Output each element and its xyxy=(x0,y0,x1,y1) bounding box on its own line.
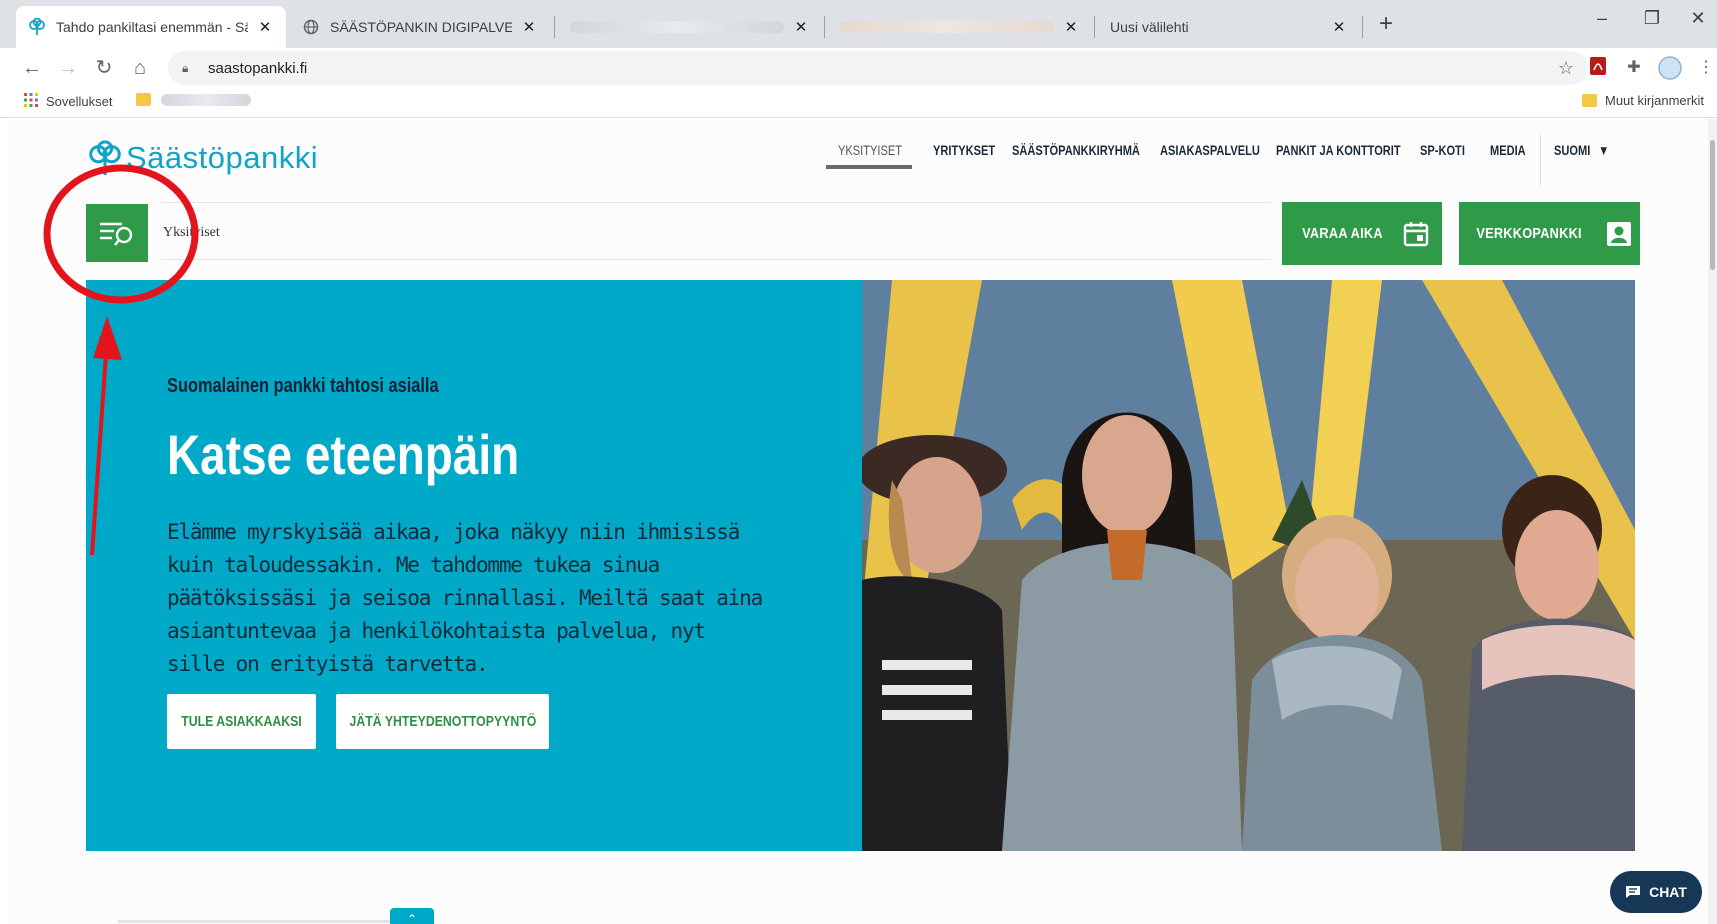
bookmark-label: Muut kirjanmerkit xyxy=(1605,93,1704,108)
address-bar[interactable]: 🔒︎ saastopankki.fi ☆ xyxy=(168,51,1588,85)
tab-title: Tahdo pankiltasi enemmän - Sää xyxy=(56,19,248,35)
tab-new-tab[interactable]: Uusi välilehti ✕ xyxy=(1098,6,1360,48)
extensions-puzzle-icon[interactable]: ✚ xyxy=(1622,56,1646,80)
four-women-photo-illustration xyxy=(862,280,1635,851)
new-tab-button[interactable]: + xyxy=(1371,10,1401,38)
chat-bubble-icon xyxy=(1626,886,1641,898)
content-divider xyxy=(118,920,408,923)
browser-toolbar: ← → ↻ ⌂ 🔒︎ saastopankki.fi ☆ ✚ ⋮ xyxy=(0,48,1717,88)
web-page: Säästöpankki YKSITYISET YRITYKSET SÄÄSTÖ… xyxy=(8,119,1708,924)
saastopankki-favicon-icon xyxy=(28,18,46,36)
blurred-bookmark-label xyxy=(161,93,251,106)
tab-close-icon[interactable]: ✕ xyxy=(792,18,810,36)
chat-label: CHAT xyxy=(1649,884,1687,900)
button-label: JÄTÄ YHTEYDENOTTOPYYNTÖ xyxy=(349,713,536,730)
url-text: saastopankki.fi xyxy=(208,59,308,77)
scroll-top-chevron-icon[interactable]: ⌃ xyxy=(390,908,434,924)
section-menu-button[interactable] xyxy=(86,204,148,262)
bookmark-other[interactable]: Muut kirjanmerkit xyxy=(1582,93,1704,108)
book-appointment-button[interactable]: VARAA AIKA xyxy=(1282,202,1442,265)
tab-close-icon[interactable]: ✕ xyxy=(520,18,538,36)
tab-digipalvelut[interactable]: SÄÄSTÖPANKIN DIGIPALVELUT ✕ xyxy=(290,6,550,48)
nav-sp-koti[interactable]: SP-KOTI xyxy=(1420,143,1465,158)
nav-yksityiset[interactable]: YKSITYISET xyxy=(838,143,902,158)
chevron-down-icon: ▼ xyxy=(1598,143,1610,158)
tab-blurred-2[interactable]: ✕ xyxy=(828,6,1092,48)
nav-asiakaspalvelu[interactable]: ASIAKASPALVELU xyxy=(1160,143,1260,158)
nav-media[interactable]: MEDIA xyxy=(1490,143,1526,158)
tab-blurred-1[interactable]: ✕ xyxy=(558,6,822,48)
globe-icon xyxy=(302,18,320,36)
profile-avatar[interactable] xyxy=(1658,56,1682,80)
blurred-tab-title xyxy=(840,21,1054,33)
restore-button[interactable]: ❐ xyxy=(1632,8,1672,29)
button-label: VERKKOPANKKI xyxy=(1476,225,1583,242)
bookmark-label: Sovellukset xyxy=(46,94,113,109)
contact-request-button[interactable]: JÄTÄ YHTEYDENOTTOPYYNTÖ xyxy=(336,694,549,749)
nav-divider xyxy=(1540,135,1541,185)
tab-separator xyxy=(824,16,825,38)
tab-separator xyxy=(1362,16,1363,38)
apps-grid-icon xyxy=(24,93,38,110)
hero-text-panel: Suomalainen pankki tahtosi asialla Katse… xyxy=(86,280,862,851)
bookmark-apps[interactable]: Sovellukset xyxy=(24,93,112,110)
become-customer-button[interactable]: TULE ASIAKKAAKSI xyxy=(167,694,316,749)
browser-menu-icon[interactable]: ⋮ xyxy=(1694,56,1717,80)
bookmark-star-icon[interactable]: ☆ xyxy=(1558,58,1574,79)
sub-navigation-bar xyxy=(162,202,1270,260)
folder-icon xyxy=(136,93,151,106)
hero-eyebrow: Suomalainen pankki tahtosi asialla xyxy=(167,375,439,397)
hero-headline: Katse eteenpäin xyxy=(167,423,520,486)
calendar-icon xyxy=(1404,221,1429,246)
active-nav-underline xyxy=(826,165,912,169)
home-icon[interactable]: ⌂ xyxy=(126,54,154,82)
nav-yritykset[interactable]: YRITYKSET xyxy=(933,143,995,158)
button-label: VARAA AIKA xyxy=(1301,225,1383,242)
browser-window: Tahdo pankiltasi enemmän - Sää ✕ SÄÄSTÖP… xyxy=(0,0,1717,924)
minimize-button[interactable]: – xyxy=(1582,8,1622,29)
tab-title: Uusi välilehti xyxy=(1110,19,1189,35)
tab-saastopankki[interactable]: Tahdo pankiltasi enemmän - Sää ✕ xyxy=(16,6,286,48)
tab-separator xyxy=(1094,16,1095,38)
window-close-button[interactable]: ✕ xyxy=(1678,8,1717,29)
tab-close-icon[interactable]: ✕ xyxy=(1330,18,1348,36)
hero-body: Elämme myrskyisää aikaa, joka näkyy niin… xyxy=(167,520,763,676)
button-label: TULE ASIAKKAAKSI xyxy=(181,713,302,730)
blurred-tab-title xyxy=(570,21,784,33)
nav-pankit-ja-konttorit[interactable]: PANKIT JA KONTTORIT xyxy=(1276,143,1401,158)
back-arrow-icon[interactable]: ← xyxy=(18,54,46,82)
forward-arrow-icon[interactable]: → xyxy=(54,54,82,82)
tab-close-icon[interactable]: ✕ xyxy=(256,18,274,36)
hero-banner: Suomalainen pankki tahtosi asialla Katse… xyxy=(86,280,1635,851)
bookmarks-bar: Sovellukset Muut kirjanmerkit xyxy=(0,88,1717,118)
chat-button[interactable]: CHAT xyxy=(1610,871,1702,913)
reload-icon[interactable]: ↻ xyxy=(90,54,118,82)
language-label: SUOMI xyxy=(1554,143,1591,158)
tab-close-icon[interactable]: ✕ xyxy=(1062,18,1080,36)
nav-saastopankkiryhma[interactable]: SÄÄSTÖPANKKIRYHMÄ xyxy=(1012,143,1140,158)
netbank-button[interactable]: VERKKOPANKKI xyxy=(1459,202,1640,265)
folder-icon xyxy=(1582,94,1597,107)
menu-search-icon xyxy=(100,222,133,246)
tab-strip: Tahdo pankiltasi enemmän - Sää ✕ SÄÄSTÖP… xyxy=(0,0,1717,48)
scrollbar-thumb[interactable] xyxy=(1710,140,1715,270)
lock-icon: 🔒︎ xyxy=(182,60,189,75)
breadcrumb[interactable]: Yksityiset xyxy=(163,225,220,241)
nav-language-suomi[interactable]: SUOMI ▼ xyxy=(1554,143,1609,158)
pdf-extension-icon[interactable] xyxy=(1586,56,1610,80)
bookmark-folder-blurred[interactable] xyxy=(136,93,251,106)
tab-separator xyxy=(554,16,555,38)
hero-photo xyxy=(862,280,1635,851)
user-icon xyxy=(1606,221,1631,246)
tab-title: SÄÄSTÖPANKIN DIGIPALVELUT xyxy=(330,19,512,35)
